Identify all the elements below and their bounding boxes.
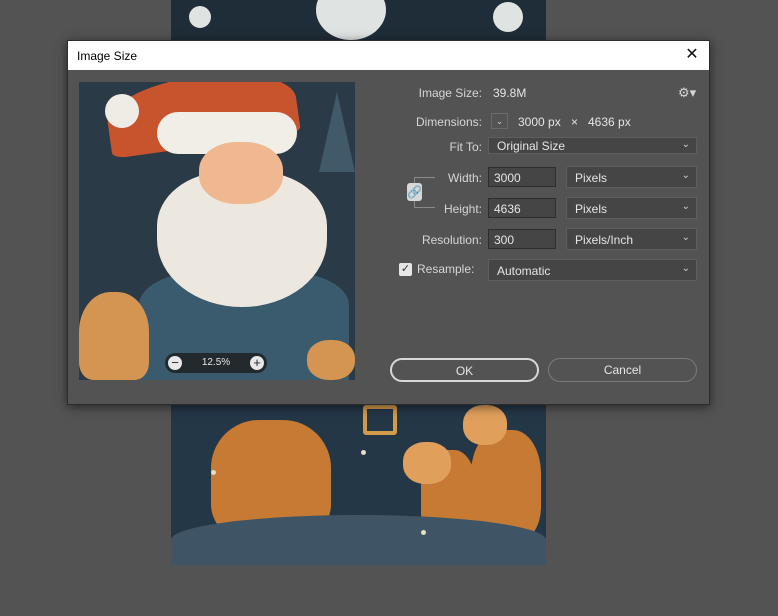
chevron-down-icon: ⌄: [681, 139, 690, 150]
width-label: Width:: [447, 171, 482, 185]
width-unit-select[interactable]: Pixels ⌄: [566, 166, 697, 188]
hat-pompom-illustration: [105, 94, 139, 128]
resolution-label: Resolution:: [421, 233, 482, 247]
fit-to-value: Original Size: [497, 139, 566, 153]
snow-dot: [211, 470, 216, 475]
belt-buckle: [363, 405, 397, 435]
height-input[interactable]: 4636: [488, 198, 556, 218]
chevron-down-icon: ⌄: [681, 263, 690, 274]
resample-checkbox[interactable]: ✓: [399, 263, 412, 276]
resolution-unit-select[interactable]: Pixels/Inch ⌄: [566, 228, 697, 250]
deer-head-illustration: [463, 405, 507, 445]
tree-illustration: [319, 92, 355, 172]
snow-dot: [361, 450, 366, 455]
image-size-label: Image Size:: [418, 86, 482, 100]
fit-to-select[interactable]: Original Size ⌄: [488, 137, 697, 154]
zoom-out-icon[interactable]: −: [168, 356, 182, 370]
cancel-button[interactable]: Cancel: [548, 358, 697, 382]
resample-label: Resample:: [417, 262, 475, 276]
height-label: Height:: [443, 202, 482, 216]
chevron-down-icon: ⌄: [681, 170, 690, 181]
fit-to-label: Fit To:: [449, 140, 482, 154]
link-icon[interactable]: 🔗: [407, 183, 422, 201]
height-unit-select[interactable]: Pixels ⌄: [566, 197, 697, 219]
dimensions-label: Dimensions:: [415, 115, 482, 129]
width-input[interactable]: 3000: [488, 167, 556, 187]
zoom-in-icon[interactable]: +: [250, 356, 264, 370]
moon-decoration: [316, 0, 386, 40]
moon-decoration: [493, 2, 523, 32]
reindeer-illustration: [307, 340, 355, 380]
ok-button[interactable]: OK: [390, 358, 539, 382]
image-preview[interactable]: − 12.5% +: [79, 82, 355, 380]
close-icon[interactable]: ✕: [681, 45, 703, 65]
moon-decoration: [189, 6, 211, 28]
height-unit-value: Pixels: [575, 202, 608, 216]
image-size-dialog: Image Size ✕ − 12.5% + Image Size: 39.8M…: [67, 40, 710, 405]
dimensions-width: 3000 px: [518, 115, 561, 129]
gear-icon[interactable]: ⚙▾: [678, 85, 696, 101]
resample-select[interactable]: Automatic ⌄: [488, 259, 697, 281]
dimensions-unit-dropdown-icon[interactable]: ⌄: [491, 113, 508, 129]
dialog-title: Image Size: [77, 49, 138, 63]
deer-head-illustration: [403, 442, 451, 484]
preview-zoom-control: − 12.5% +: [165, 353, 267, 373]
resolution-input[interactable]: 300: [488, 229, 556, 249]
reindeer-illustration: [79, 292, 149, 380]
width-unit-value: Pixels: [575, 171, 608, 185]
dimensions-times: ×: [571, 115, 579, 129]
snow-dot: [421, 530, 426, 535]
dialog-titlebar[interactable]: Image Size ✕: [68, 41, 709, 70]
foliage-illustration: [171, 515, 546, 565]
zoom-level: 12.5%: [201, 357, 231, 368]
chevron-down-icon: ⌄: [681, 201, 690, 212]
santa-face-illustration: [199, 142, 283, 204]
image-size-value: 39.8M: [493, 86, 527, 100]
dimensions-height: 4636 px: [588, 115, 631, 129]
resolution-unit-value: Pixels/Inch: [575, 233, 634, 247]
chevron-down-icon: ⌄: [681, 232, 690, 243]
resample-value: Automatic: [497, 264, 551, 278]
